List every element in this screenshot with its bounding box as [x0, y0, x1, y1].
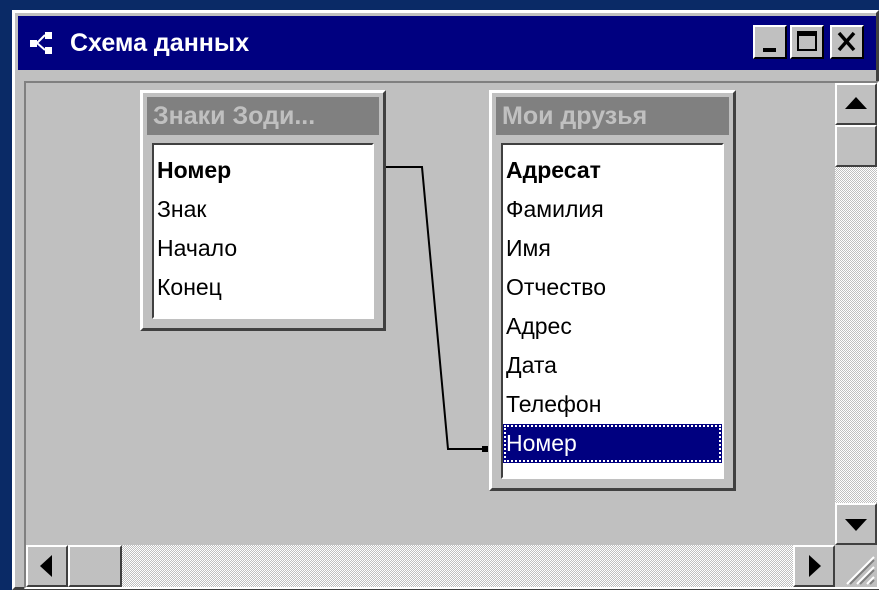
field-list[interactable]: Номер Знак Начало Конец — [152, 143, 374, 319]
table-moi-druzya[interactable]: Мои друзья Адресат Фамилия Имя Отчество … — [489, 90, 736, 491]
field-item[interactable]: Дата — [503, 346, 722, 385]
table-title[interactable]: Мои друзья — [496, 97, 729, 135]
table-title[interactable]: Знаки Зоди... — [147, 97, 379, 135]
arrow-down-icon — [845, 519, 867, 531]
vertical-scrollbar[interactable] — [835, 83, 877, 545]
field-item[interactable]: Отчество — [503, 268, 722, 307]
field-list[interactable]: Адресат Фамилия Имя Отчество Адрес Дата … — [501, 143, 724, 479]
resize-grip-icon — [846, 556, 875, 585]
scroll-left-button[interactable] — [26, 545, 68, 587]
horizontal-scrollbar[interactable] — [26, 545, 835, 587]
field-item[interactable]: Адрес — [503, 307, 722, 346]
close-button[interactable] — [830, 25, 864, 59]
vertical-scroll-thumb[interactable] — [835, 125, 877, 167]
title-bar[interactable]: Схема данных — [18, 16, 876, 70]
field-item[interactable]: Конец — [154, 268, 372, 307]
field-item-selected[interactable]: Номер — [503, 424, 722, 463]
field-item[interactable]: Фамилия — [503, 190, 722, 229]
arrow-right-icon — [809, 555, 821, 577]
arrow-up-icon — [845, 97, 867, 109]
field-item[interactable]: Знак — [154, 190, 372, 229]
relationships-window: Схема данных Знаки Зоди... Номер Знак На… — [12, 10, 879, 590]
relationships-icon — [30, 32, 52, 54]
scroll-down-button[interactable] — [835, 503, 877, 545]
scroll-right-button[interactable] — [793, 545, 835, 587]
minimize-icon — [763, 48, 776, 52]
scroll-up-button[interactable] — [835, 83, 877, 125]
field-item[interactable]: Телефон — [503, 385, 722, 424]
horizontal-scroll-thumb[interactable] — [68, 545, 122, 587]
field-item[interactable]: Начало — [154, 229, 372, 268]
field-item-primary-key[interactable]: Номер — [154, 151, 372, 190]
maximize-button[interactable] — [790, 25, 824, 59]
maximize-icon — [797, 31, 817, 51]
field-item-primary-key[interactable]: Адресат — [503, 151, 722, 190]
table-znaki-zodiaka[interactable]: Знаки Зоди... Номер Знак Начало Конец — [140, 90, 386, 331]
schema-canvas[interactable]: Знаки Зоди... Номер Знак Начало Конец Мо… — [24, 81, 879, 589]
arrow-left-icon — [40, 555, 52, 577]
size-grip[interactable] — [835, 545, 877, 587]
minimize-button[interactable] — [753, 25, 787, 59]
close-icon — [837, 31, 856, 52]
field-item[interactable]: Имя — [503, 229, 722, 268]
window-title: Схема данных — [70, 29, 250, 57]
